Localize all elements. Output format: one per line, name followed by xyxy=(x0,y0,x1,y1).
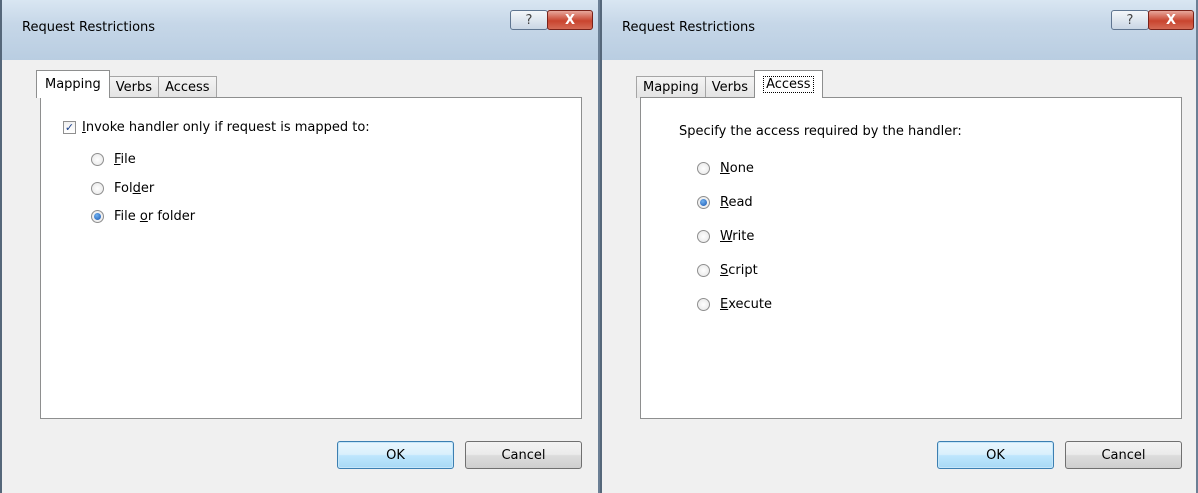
access-heading-text: Specify the access required by the handl… xyxy=(679,124,962,139)
ok-button[interactable]: OK xyxy=(337,441,454,469)
dialog-title: Request Restrictions xyxy=(622,20,756,35)
ok-label: OK xyxy=(986,447,1005,463)
radio-label: Read xyxy=(720,195,753,210)
tab-label: Verbs xyxy=(711,80,749,95)
radio-write[interactable]: Write xyxy=(697,229,754,244)
radio-label: Execute xyxy=(720,297,772,312)
radio-unselected-icon xyxy=(697,264,710,277)
tab-label: Access xyxy=(763,76,814,93)
radio-label: File or folder xyxy=(114,209,196,224)
request-restrictions-dialog-mapping: Request Restrictions ? X Mapping Verbs A… xyxy=(0,0,600,493)
close-button[interactable]: X xyxy=(547,10,593,30)
radio-selected-icon xyxy=(697,196,710,209)
tab-panel-access: Specify the access required by the handl… xyxy=(640,97,1182,419)
tab-label: Access xyxy=(165,80,210,95)
dialog-title: Request Restrictions xyxy=(22,20,156,35)
tab-verbs[interactable]: Verbs xyxy=(704,76,756,98)
tab-strip: Mapping Verbs Access xyxy=(36,70,217,98)
ok-label: OK xyxy=(386,447,405,463)
radio-label: Write xyxy=(720,229,755,244)
tab-mapping[interactable]: Mapping xyxy=(636,76,706,98)
cancel-button[interactable]: Cancel xyxy=(465,441,582,469)
radio-unselected-icon xyxy=(697,298,710,311)
radio-execute[interactable]: Execute xyxy=(697,297,772,312)
tab-label: Mapping xyxy=(45,77,101,92)
help-button[interactable]: ? xyxy=(510,10,548,30)
title-bar[interactable]: Request Restrictions ? X xyxy=(602,0,1196,60)
radio-selected-icon xyxy=(91,210,104,223)
radio-read[interactable]: Read xyxy=(697,195,753,210)
cancel-button[interactable]: Cancel xyxy=(1065,441,1182,469)
radio-label: File xyxy=(114,152,136,167)
radio-label: Script xyxy=(720,263,758,278)
close-icon: X xyxy=(564,12,576,28)
radio-none[interactable]: None xyxy=(697,161,754,176)
radio-unselected-icon xyxy=(697,230,710,243)
radio-script[interactable]: Script xyxy=(697,263,758,278)
request-restrictions-dialog-access: Request Restrictions ? X Mapping Verbs A… xyxy=(600,0,1198,493)
help-button[interactable]: ? xyxy=(1111,10,1149,30)
close-button[interactable]: X xyxy=(1148,10,1194,30)
checkbox-label: Invoke handler only if request is mapped… xyxy=(82,120,370,135)
tab-label: Mapping xyxy=(643,80,699,95)
cancel-label: Cancel xyxy=(501,447,546,463)
tab-mapping[interactable]: Mapping xyxy=(36,70,110,98)
radio-file-or-folder[interactable]: File or folder xyxy=(91,209,195,224)
title-bar[interactable]: Request Restrictions ? X xyxy=(2,0,598,60)
tab-panel-mapping: ✓ Invoke handler only if request is mapp… xyxy=(40,97,582,419)
ok-button[interactable]: OK xyxy=(937,441,1054,469)
tab-access[interactable]: Access xyxy=(158,76,217,98)
radio-unselected-icon xyxy=(697,162,710,175)
radio-folder[interactable]: Folder xyxy=(91,181,154,196)
radio-label: Folder xyxy=(114,181,155,196)
dialog-client-area: Mapping Verbs Access Specify the access … xyxy=(610,60,1188,493)
access-heading: Specify the access required by the handl… xyxy=(679,124,962,139)
radio-unselected-icon xyxy=(91,182,104,195)
help-icon: ? xyxy=(525,12,533,28)
cancel-label: Cancel xyxy=(1101,447,1146,463)
tab-verbs[interactable]: Verbs xyxy=(108,76,160,98)
radio-label: None xyxy=(720,161,754,176)
dialog-client-area: Mapping Verbs Access ✓ Invoke handler on… xyxy=(10,60,590,493)
radio-unselected-icon xyxy=(91,153,104,166)
invoke-handler-checkbox[interactable]: ✓ Invoke handler only if request is mapp… xyxy=(63,120,370,135)
help-icon: ? xyxy=(1126,12,1134,28)
radio-file[interactable]: File xyxy=(91,152,136,167)
tab-label: Verbs xyxy=(115,80,153,95)
tab-strip: Mapping Verbs Access xyxy=(636,70,823,98)
tab-access[interactable]: Access xyxy=(754,70,823,98)
close-icon: X xyxy=(1165,12,1177,28)
checkbox-checked-icon: ✓ xyxy=(63,121,76,134)
